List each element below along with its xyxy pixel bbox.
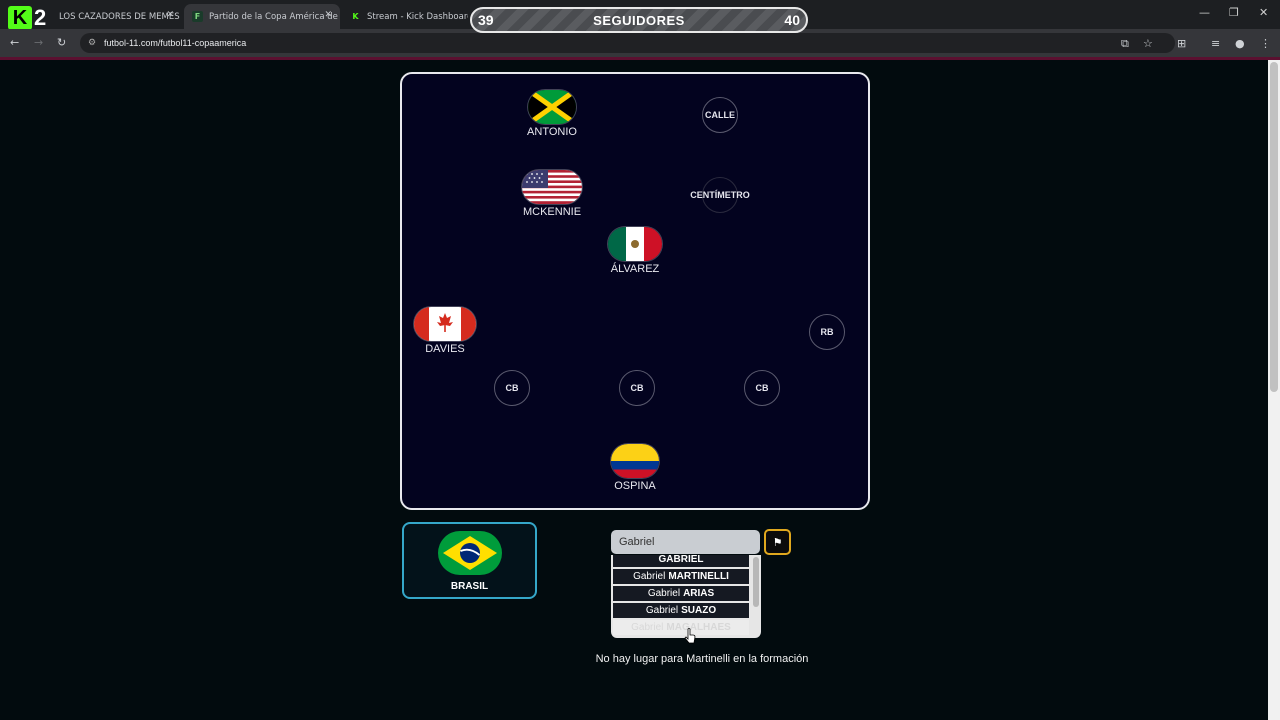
slot-cb-left[interactable]: CB bbox=[494, 370, 530, 406]
canada-flag-icon bbox=[414, 307, 476, 341]
tab-title: Stream - Kick Dashboard bbox=[367, 11, 468, 22]
logo-number: 2 bbox=[34, 5, 47, 30]
slot-cb-right[interactable]: CB bbox=[744, 370, 780, 406]
followers-goal-bar: 39 SEGUIDORES 40 bbox=[470, 7, 808, 33]
translate-icon[interactable]: ⧉ bbox=[1121, 37, 1129, 51]
mouse-cursor-icon bbox=[684, 628, 696, 644]
player-alvarez[interactable]: ÁLVAREZ bbox=[608, 227, 662, 275]
colombia-flag-icon bbox=[611, 444, 659, 478]
result-first: Gabriel bbox=[645, 605, 679, 616]
divider bbox=[0, 57, 1280, 60]
close-icon[interactable]: ✕ bbox=[166, 10, 174, 20]
slot-label: CB bbox=[630, 383, 644, 393]
player-search-input[interactable] bbox=[611, 530, 760, 554]
slot-centimetro[interactable]: CENTÍMETRO bbox=[690, 177, 750, 213]
search-results-dropdown[interactable]: GABRIEL Gabriel MARTINELLI Gabriel ARIAS G… bbox=[611, 555, 761, 638]
followers-goal: 40 bbox=[784, 12, 800, 28]
menu-icon[interactable]: ⋮ bbox=[1260, 37, 1271, 50]
slot-calle[interactable]: CALLE bbox=[702, 97, 738, 133]
player-davies[interactable]: DAVIES bbox=[414, 307, 476, 355]
followers-current: 39 bbox=[478, 12, 494, 28]
result-item[interactable]: GABRIEL bbox=[613, 555, 749, 567]
restore-icon[interactable]: ❐ bbox=[1229, 6, 1239, 19]
slot-label: CENTÍMETRO bbox=[690, 190, 750, 200]
formation-message: No hay lugar para Martinelli en la forma… bbox=[595, 653, 809, 665]
close-window-icon[interactable]: ✕ bbox=[1259, 6, 1268, 19]
result-item[interactable]: Gabriel ARIAS bbox=[613, 586, 749, 601]
minimize-icon[interactable]: — bbox=[1199, 6, 1210, 19]
player-name: ÁLVAREZ bbox=[610, 263, 660, 275]
result-item[interactable]: Gabriel MAGALHAES bbox=[613, 620, 749, 635]
forward-icon[interactable]: → bbox=[34, 36, 43, 49]
result-last: MAGALHAES bbox=[666, 622, 731, 633]
player-name: DAVIES bbox=[425, 343, 465, 355]
address-bar-row: ← → ↻ ⚙ futbol-11.com/futbol11-copaameri… bbox=[0, 29, 1280, 57]
followers-label: SEGUIDORES bbox=[593, 12, 685, 28]
futbol11-icon: F bbox=[192, 11, 203, 22]
jamaica-flag-icon bbox=[527, 90, 576, 124]
result-first: Gabriel bbox=[647, 588, 681, 599]
close-icon[interactable]: ✕ bbox=[324, 10, 332, 20]
site-info-icon[interactable]: ⚙ bbox=[88, 37, 96, 48]
profile-icon[interactable]: ● bbox=[1235, 37, 1245, 50]
url-text: futbol-11.com/futbol11-copaamerica bbox=[104, 38, 247, 48]
player-name: OSPINA bbox=[614, 480, 656, 492]
reload-icon[interactable]: ↻ bbox=[57, 36, 66, 49]
flag-icon[interactable]: ⚑ bbox=[764, 529, 791, 555]
star-icon[interactable]: ☆ bbox=[1143, 37, 1153, 50]
slot-cb-center[interactable]: CB bbox=[619, 370, 655, 406]
usa-flag-icon bbox=[522, 170, 582, 204]
team-card[interactable]: BRASIL bbox=[402, 522, 537, 599]
tab-kick-dashboard[interactable]: K Stream - Kick Dashboard bbox=[342, 4, 468, 29]
tab-copa-america[interactable]: F Partido de la Copa América de ✕ bbox=[184, 4, 340, 29]
player-antonio[interactable]: ANTONIO bbox=[527, 90, 577, 138]
kick-icon: K bbox=[352, 12, 359, 21]
slot-rb[interactable]: RB bbox=[809, 314, 845, 350]
slot-label: CALLE bbox=[705, 110, 735, 120]
result-last: MARTINELLI bbox=[668, 571, 729, 582]
result-first: Gabriel bbox=[633, 571, 666, 582]
result-last: SUAZO bbox=[681, 605, 717, 616]
page-scrollbar[interactable] bbox=[1268, 60, 1280, 720]
kick-logo: K 2 bbox=[8, 4, 46, 32]
player-name: ANTONIO bbox=[527, 126, 577, 138]
kick-k-icon: K bbox=[8, 6, 32, 30]
result-item[interactable]: Gabriel SUAZO bbox=[613, 603, 749, 618]
scrollbar-thumb[interactable] bbox=[1270, 62, 1278, 392]
team-name: BRASIL bbox=[450, 581, 489, 592]
media-icon[interactable]: ≡ bbox=[1211, 37, 1220, 50]
player-name: MCKENNIE bbox=[522, 206, 582, 218]
back-icon[interactable]: ← bbox=[10, 36, 19, 49]
player-ospina[interactable]: OSPINA bbox=[611, 444, 659, 492]
mexico-flag-icon bbox=[608, 227, 662, 261]
result-last: ARIAS bbox=[683, 588, 715, 599]
slot-label: CB bbox=[505, 383, 519, 393]
result-first: GABRIEL bbox=[658, 555, 704, 565]
brazil-flag-icon bbox=[438, 531, 502, 575]
formation-pitch: ANTONIO MCKENNIE ÁLVAREZ DAVIES OSPINA C… bbox=[400, 72, 870, 510]
tab-title: Partido de la Copa América de bbox=[209, 11, 338, 22]
slot-label: CB bbox=[755, 383, 769, 393]
player-mckennie[interactable]: MCKENNIE bbox=[522, 170, 582, 218]
dropdown-scrollbar[interactable] bbox=[753, 557, 759, 607]
extensions-icon[interactable]: ⊞ bbox=[1177, 37, 1186, 50]
result-item[interactable]: Gabriel MARTINELLI bbox=[613, 569, 749, 584]
slot-label: RB bbox=[820, 327, 834, 337]
url-field[interactable]: ⚙ futbol-11.com/futbol11-copaamerica bbox=[80, 33, 1175, 53]
result-first: Gabriel bbox=[631, 622, 664, 633]
tab-title: LOS CAZADORES DE MEMES | I bbox=[59, 11, 182, 22]
